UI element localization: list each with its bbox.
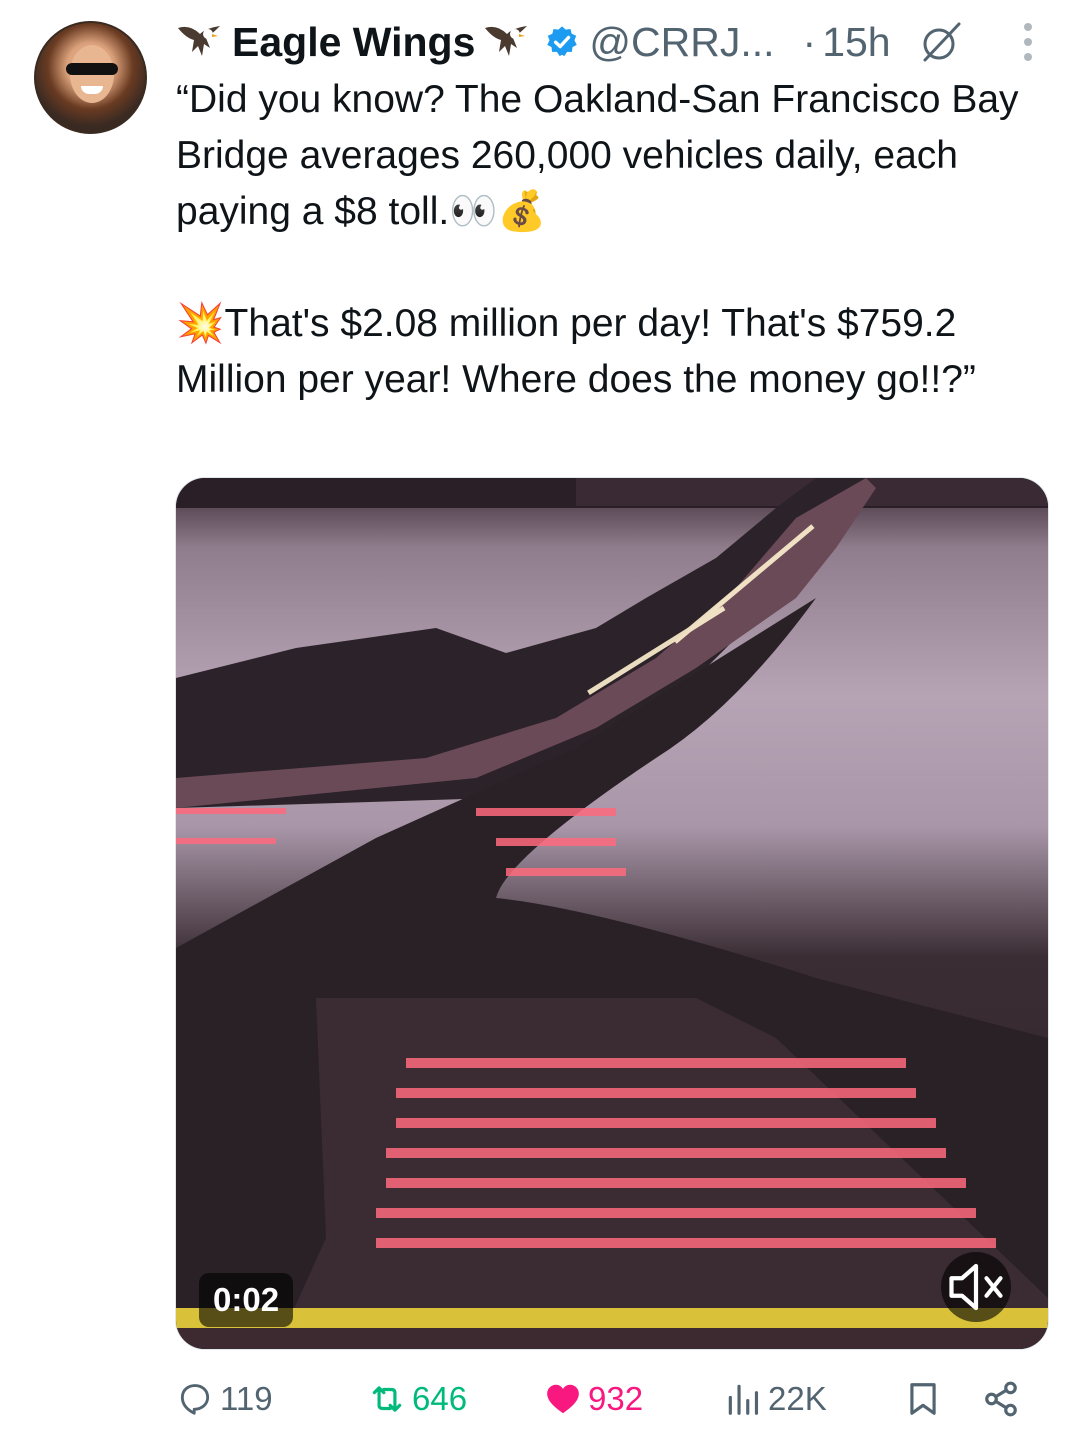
- author-name[interactable]: Eagle Wings: [232, 19, 475, 66]
- repost-icon: [372, 1386, 402, 1412]
- like-count: 932: [588, 1380, 644, 1417]
- grok-icon[interactable]: [919, 20, 963, 64]
- action-bar: 119 646 932 22K: [176, 1374, 1036, 1424]
- author-handle[interactable]: @CRRJ...: [589, 19, 774, 66]
- speaker-muted-icon: [949, 1263, 1003, 1311]
- mute-button[interactable]: [941, 1252, 1011, 1322]
- tweet-time[interactable]: 15h: [822, 19, 890, 66]
- eagle-emoji-icon: [178, 26, 220, 56]
- tweet-header: Eagle Wings @CRRJ... · 15h: [176, 16, 1056, 68]
- tweet-video[interactable]: 0:02: [175, 477, 1049, 1350]
- bookmark-icon: [910, 1383, 936, 1415]
- views-button[interactable]: 22K: [724, 1374, 827, 1424]
- video-frame-image: [176, 478, 1048, 1349]
- views-chart-icon: [728, 1384, 759, 1415]
- repost-button[interactable]: 646: [368, 1374, 467, 1424]
- verified-badge-icon[interactable]: [545, 25, 579, 59]
- tweet-text: “Did you know? The Oakland-San Francisco…: [176, 78, 1019, 401]
- reply-icon: [180, 1384, 210, 1415]
- share-icon: [985, 1381, 1017, 1417]
- like-button[interactable]: 932: [544, 1374, 643, 1424]
- repost-count: 646: [412, 1380, 468, 1417]
- reply-count: 119: [220, 1380, 273, 1417]
- bookmark-button[interactable]: [904, 1374, 942, 1424]
- views-count: 22K: [768, 1380, 827, 1417]
- more-options-icon[interactable]: [1024, 23, 1032, 61]
- author-avatar[interactable]: [34, 21, 147, 134]
- heart-icon: [547, 1384, 579, 1414]
- separator-dot: ·: [802, 18, 817, 65]
- share-button[interactable]: [982, 1374, 1020, 1424]
- avatar-sunglasses: [66, 63, 118, 75]
- reply-button[interactable]: 119: [176, 1374, 273, 1424]
- eagle-emoji-icon: [485, 26, 528, 56]
- video-timestamp: 0:02: [199, 1273, 294, 1327]
